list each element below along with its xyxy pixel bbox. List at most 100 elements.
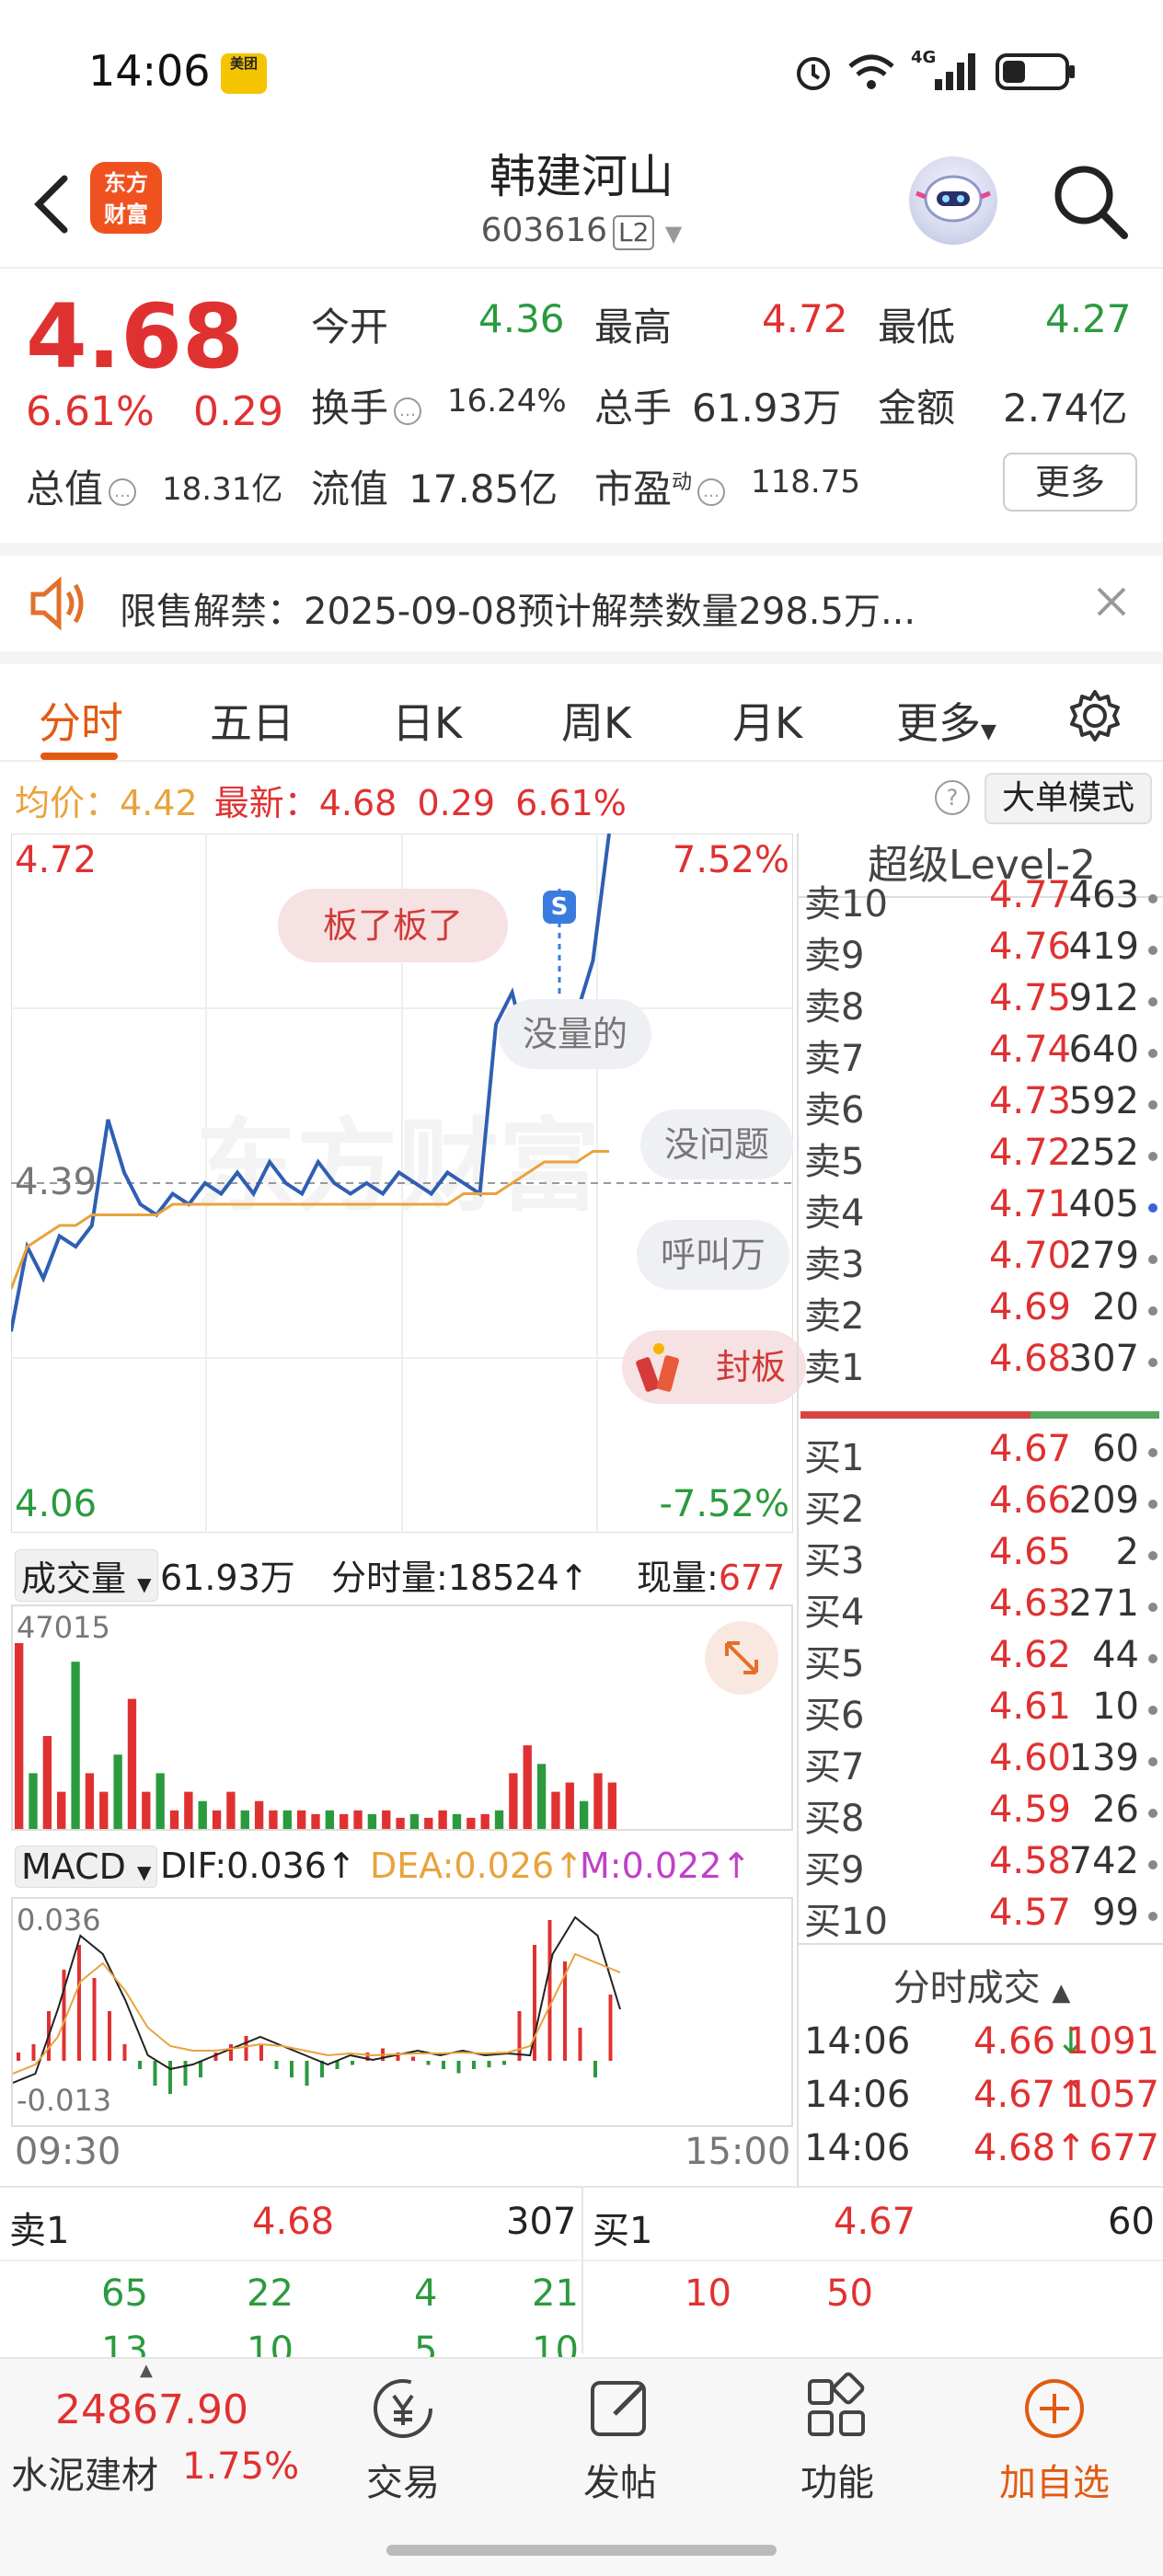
volume-bar <box>409 1813 420 1829</box>
help-icon[interactable]: ? <box>935 780 970 815</box>
volume-bar <box>396 1817 405 1829</box>
tab-weekly-k[interactable]: 周K <box>561 690 631 751</box>
macd-chart[interactable]: 0.036 -0.013 <box>11 1897 793 2127</box>
active-tab-underline <box>40 753 118 760</box>
more-button[interactable]: 更多 <box>1003 453 1137 512</box>
tab-five-day[interactable]: 五日 <box>210 690 294 751</box>
avg-value: 4.42 <box>120 783 198 823</box>
macd-bar <box>472 2061 476 2069</box>
bid-row[interactable]: 买7 4.60 139 <box>799 1737 1163 1788</box>
change-amount: 0.29 <box>193 388 283 435</box>
bid-row[interactable]: 买3 4.65 2 <box>799 1531 1163 1582</box>
nav-functions-label: 功能 <box>800 2462 874 2504</box>
ask-row[interactable]: 卖10 4.77 463 <box>799 874 1163 926</box>
nav-trade-label: 交易 <box>366 2462 440 2504</box>
comment-bubble-3[interactable]: 没问题 <box>640 1110 793 1179</box>
tab-daily-k[interactable]: 日K <box>392 690 462 751</box>
volume-bar <box>340 1813 349 1829</box>
volume-bar <box>311 1813 320 1829</box>
macd-bar <box>153 2061 157 2086</box>
bid-row[interactable]: 买8 4.59 26 <box>799 1788 1163 1840</box>
index-name[interactable]: 水泥建材 <box>11 2445 158 2499</box>
order-dot-icon <box>1148 1654 1157 1663</box>
queue-buy-label: 买1 <box>593 2210 653 2252</box>
search-icon[interactable] <box>1049 160 1132 243</box>
big-order-mode-button[interactable]: 大单模式 <box>985 773 1152 824</box>
close-icon[interactable] <box>1093 583 1130 620</box>
comment-bubble-5[interactable]: 封板 <box>622 1330 806 1404</box>
home-indicator[interactable] <box>386 2545 777 2556</box>
bid-row[interactable]: 买9 4.58 742 <box>799 1840 1163 1892</box>
sell-signal-marker[interactable]: S <box>543 891 576 924</box>
order-level-name: 买4 <box>804 1592 865 1634</box>
order-volume: 60 <box>1092 1428 1139 1470</box>
nav-functions[interactable]: 功能 <box>754 2372 920 2506</box>
volume-bar <box>579 1800 589 1829</box>
macd-bar <box>122 2044 127 2061</box>
order-price: 4.69 <box>988 1286 1071 1328</box>
volume-chart[interactable]: 47015 <box>11 1604 793 1831</box>
expand-button[interactable] <box>705 1621 778 1695</box>
info-icon[interactable]: … <box>697 477 726 506</box>
volume-bar <box>42 1736 52 1829</box>
bid-row[interactable]: 买10 4.57 99 <box>799 1892 1163 1943</box>
ask-row[interactable]: 卖4 4.71 405 <box>799 1183 1163 1235</box>
volume-bar <box>127 1698 137 1829</box>
latest-value: 4.68 <box>318 783 397 823</box>
macd-bar <box>259 2044 263 2061</box>
bid-ratio <box>1030 1411 1159 1419</box>
nav-trade[interactable]: 交易 <box>320 2372 486 2506</box>
robot-assistant-avatar[interactable] <box>909 156 997 245</box>
tab-more[interactable]: 更多▼ <box>896 690 996 751</box>
comment-bubble-4[interactable]: 呼叫万 <box>637 1220 790 1290</box>
tab-intraday[interactable]: 分时 <box>39 690 123 751</box>
ask-row[interactable]: 卖8 4.75 912 <box>799 977 1163 1029</box>
bid-row[interactable]: 买4 4.63 271 <box>799 1582 1163 1634</box>
edit-icon <box>591 2381 646 2436</box>
macd-bar <box>274 2061 279 2069</box>
macd-chart-svg <box>12 1915 621 2094</box>
index-value[interactable]: 24867.90 <box>55 2386 248 2433</box>
macd-bar <box>502 2061 506 2065</box>
macd-bar <box>77 1945 81 2061</box>
ask-row[interactable]: 卖6 4.73 592 <box>799 1080 1163 1132</box>
nav-add-watchlist[interactable]: 加自选 <box>972 2372 1137 2506</box>
ask-row[interactable]: 卖3 4.70 279 <box>799 1235 1163 1286</box>
order-price: 4.74 <box>988 1029 1071 1071</box>
info-icon[interactable]: … <box>109 477 137 506</box>
bid-row[interactable]: 买2 4.66 209 <box>799 1479 1163 1531</box>
volume-bar <box>367 1813 377 1829</box>
order-price: 4.62 <box>988 1634 1071 1676</box>
high-value: 4.72 <box>762 296 848 341</box>
stock-header: 东方 财富 韩建河山 603616 L2 ▼ <box>0 138 1163 267</box>
bid-row[interactable]: 买6 4.61 10 <box>799 1685 1163 1737</box>
comment-bubble-1[interactable]: 板了板了 <box>278 889 508 962</box>
add-circle-icon <box>1025 2379 1084 2438</box>
order-volume: 10 <box>1092 1685 1139 1728</box>
volume-bar <box>607 1782 616 1829</box>
ask-row[interactable]: 卖2 4.69 20 <box>799 1286 1163 1338</box>
bid-row[interactable]: 买1 4.67 60 <box>799 1428 1163 1479</box>
unlock-notice-bar[interactable]: 限售解禁：2025-09-08预计解禁数量298.5万... <box>0 543 1163 644</box>
order-price: 4.67 <box>988 1428 1071 1470</box>
y-mid-label: 4.39 <box>15 1161 98 1203</box>
ask-row[interactable]: 卖1 4.68 307 <box>799 1338 1163 1389</box>
ask-row[interactable]: 卖5 4.72 252 <box>799 1132 1163 1183</box>
volume-bar <box>494 1810 504 1829</box>
gear-icon[interactable] <box>1067 688 1123 743</box>
bid-row[interactable]: 买5 4.62 44 <box>799 1634 1163 1685</box>
trades-title[interactable]: 分时成交 ▲ <box>799 1958 1163 2011</box>
alarm-icon <box>797 57 830 90</box>
tab-monthly-k[interactable]: 月K <box>732 690 802 751</box>
ask-row[interactable]: 卖7 4.74 640 <box>799 1029 1163 1080</box>
macd-selector[interactable]: MACD ▼ <box>15 1846 158 1888</box>
volume-selector[interactable]: 成交量 ▼ <box>15 1549 158 1602</box>
ask-row[interactable]: 卖9 4.76 419 <box>799 926 1163 977</box>
info-icon[interactable]: … <box>394 397 422 425</box>
comment-bubble-2[interactable]: 没量的 <box>499 999 652 1069</box>
intraday-chart[interactable]: 东方财富 4.72 7.52% 4.39 4.06 -7.52% 板了板了 没量… <box>11 834 806 1533</box>
nav-post[interactable]: 发帖 <box>537 2372 703 2506</box>
order-dot-icon <box>1148 1551 1157 1560</box>
order-level-name: 卖6 <box>804 1089 865 1132</box>
macd-dea: DEA:0.026↑ <box>370 1846 584 1886</box>
